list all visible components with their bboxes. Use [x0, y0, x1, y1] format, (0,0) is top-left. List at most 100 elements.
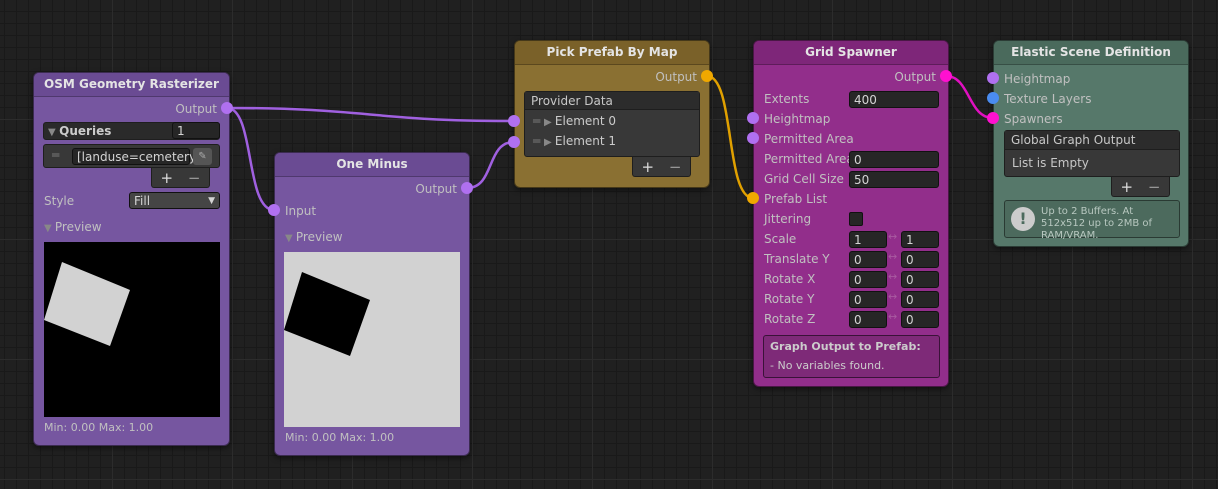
- list-empty-text: List is Empty: [1012, 156, 1089, 170]
- range-max-field[interactable]: 0: [901, 291, 939, 308]
- wire-osm-to-element0: [226, 106, 515, 123]
- output-label: Output: [655, 70, 697, 84]
- style-value: Fill: [134, 194, 151, 208]
- oneminus-output-port[interactable]: [461, 182, 473, 194]
- style-dropdown[interactable]: Fill ▼: [129, 192, 220, 209]
- graph-output-vars-box: Graph Output to Prefab: - No variables f…: [763, 335, 940, 378]
- range-max-field[interactable]: 0: [901, 311, 939, 328]
- dropdown-arrow-icon: ▼: [208, 196, 215, 206]
- range-max-field[interactable]: 0: [901, 271, 939, 288]
- elastic-scene-definition-node[interactable]: Elastic Scene Definition Heightmap Textu…: [993, 40, 1189, 247]
- permitted-area-input-port[interactable]: [747, 132, 759, 144]
- list-item[interactable]: ═ ▶ Element 0: [533, 114, 616, 128]
- output-label: Output: [415, 182, 457, 196]
- info-box: ! Up to 2 Buffers. At 512x512 up to 2MB …: [1004, 200, 1180, 241]
- range-min-field[interactable]: 0: [849, 311, 887, 328]
- spawners-input-port[interactable]: [987, 112, 999, 124]
- output-label: Output: [894, 70, 936, 84]
- node-title: Elastic Scene Definition: [994, 41, 1188, 65]
- range-min-field[interactable]: 0: [849, 271, 887, 288]
- preview-toggle[interactable]: ▼ Preview: [275, 227, 469, 247]
- edit-button[interactable]: ✎: [193, 148, 212, 165]
- min-max-label: Min: 0.00 Max: 1.00: [285, 431, 395, 444]
- info-icon: !: [1011, 207, 1035, 231]
- node-title: One Minus: [275, 153, 469, 177]
- add-button[interactable]: +: [1121, 178, 1134, 196]
- expand-arrow-icon: ▼: [285, 233, 296, 244]
- grid-spawner-node[interactable]: Grid Spawner Output Extents 400 Heightma…: [753, 40, 949, 387]
- preview-toggle[interactable]: ▼ Preview: [34, 217, 229, 237]
- drag-handle-icon[interactable]: ═: [52, 148, 59, 162]
- min-max-label: Min: 0.00 Max: 1.00: [44, 421, 154, 434]
- provider-data-list: Provider Data ═ ▶ Element 0 ═ ▶ Element …: [524, 91, 700, 157]
- osm-output-port[interactable]: [221, 102, 233, 114]
- element1-input-port[interactable]: [508, 136, 520, 148]
- input-label: Input: [285, 204, 317, 218]
- oneminus-input-port[interactable]: [268, 204, 280, 216]
- remove-button[interactable]: −: [188, 169, 201, 187]
- queries-count-field[interactable]: 1: [172, 122, 220, 139]
- expand-arrow-icon: ▼: [48, 127, 60, 138]
- node-title: OSM Geometry Rasterizer: [34, 73, 229, 97]
- preview-label: Preview: [295, 230, 343, 244]
- range-min-field[interactable]: 0: [849, 291, 887, 308]
- list-add-remove[interactable]: + −: [632, 157, 691, 177]
- link-arrow-icon: ↔: [888, 310, 898, 323]
- element0-input-port[interactable]: [508, 115, 520, 127]
- heightmap-label: Heightmap: [1004, 72, 1071, 86]
- pick-prefab-by-map-node[interactable]: Pick Prefab By Map Output Provider Data …: [514, 40, 710, 188]
- preview-label: Preview: [54, 220, 102, 234]
- spawners-label: Spawners: [1004, 112, 1063, 126]
- permitted-area-port-label: Permitted Area: [764, 132, 854, 146]
- preview-image: [44, 242, 220, 417]
- texture-layers-label: Texture Layers: [1004, 92, 1092, 106]
- texture-layers-input-port[interactable]: [987, 92, 999, 104]
- pick-output-port[interactable]: [701, 70, 713, 82]
- element-label: Element 0: [554, 114, 617, 128]
- grid-output-port[interactable]: [940, 70, 952, 82]
- prefab-list-input-port[interactable]: [747, 192, 759, 204]
- node-title: Grid Spawner: [754, 41, 948, 65]
- jittering-checkbox[interactable]: [849, 212, 863, 226]
- range-min-field[interactable]: 1: [849, 231, 887, 248]
- heightmap-input-port[interactable]: [747, 112, 759, 124]
- preview-image: [284, 252, 460, 427]
- grid-cell-size-field[interactable]: 50: [849, 171, 939, 188]
- heightmap-input-port[interactable]: [987, 72, 999, 84]
- query-item: ═ [landuse=cemetery] ✎: [43, 144, 220, 168]
- range-max-field[interactable]: 0: [901, 251, 939, 268]
- expand-arrow-icon: ▼: [44, 223, 55, 234]
- link-arrow-icon: ↔: [888, 230, 898, 243]
- add-button[interactable]: +: [161, 169, 174, 187]
- query-add-remove[interactable]: + −: [151, 168, 210, 188]
- output-label: Output: [175, 102, 217, 116]
- list-add-remove[interactable]: + −: [1111, 177, 1170, 197]
- wire-osm-to-oneminus: [226, 106, 275, 212]
- list-header: Provider Data: [525, 92, 699, 110]
- queries-label: Queries: [59, 124, 112, 138]
- heightmap-label: Heightmap: [764, 112, 831, 126]
- link-arrow-icon: ↔: [888, 250, 898, 263]
- link-arrow-icon: ↔: [888, 290, 898, 303]
- wire-grid-to-spawners: [945, 74, 994, 120]
- info-text: Up to 2 Buffers. At 512x512 up to 2MB of…: [1041, 206, 1153, 241]
- add-button[interactable]: +: [642, 158, 655, 176]
- osm-geometry-rasterizer-node[interactable]: OSM Geometry Rasterizer Output ▼ Queries…: [33, 72, 230, 446]
- prefab-list-label: Prefab List: [764, 192, 828, 206]
- extents-field[interactable]: 400: [849, 91, 939, 108]
- vars-text: - No variables found.: [770, 359, 885, 372]
- global-graph-output-list: Global Graph Output List is Empty: [1004, 130, 1180, 177]
- permitted-area-field[interactable]: 0: [849, 151, 939, 168]
- list-header: Global Graph Output: [1005, 131, 1179, 150]
- range-max-field[interactable]: 1: [901, 231, 939, 248]
- one-minus-node[interactable]: One Minus Output Input ▼ Preview Min: 0.…: [274, 152, 470, 456]
- link-arrow-icon: ↔: [888, 270, 898, 283]
- range-min-field[interactable]: 0: [849, 251, 887, 268]
- remove-button[interactable]: −: [1148, 178, 1161, 196]
- remove-button[interactable]: −: [669, 158, 682, 176]
- list-item[interactable]: ═ ▶ Element 1: [533, 134, 616, 148]
- wire-oneminus-to-element1: [466, 140, 515, 190]
- query-field[interactable]: [landuse=cemetery]: [72, 148, 201, 165]
- element-label: Element 1: [554, 134, 617, 148]
- node-title: Pick Prefab By Map: [515, 41, 709, 65]
